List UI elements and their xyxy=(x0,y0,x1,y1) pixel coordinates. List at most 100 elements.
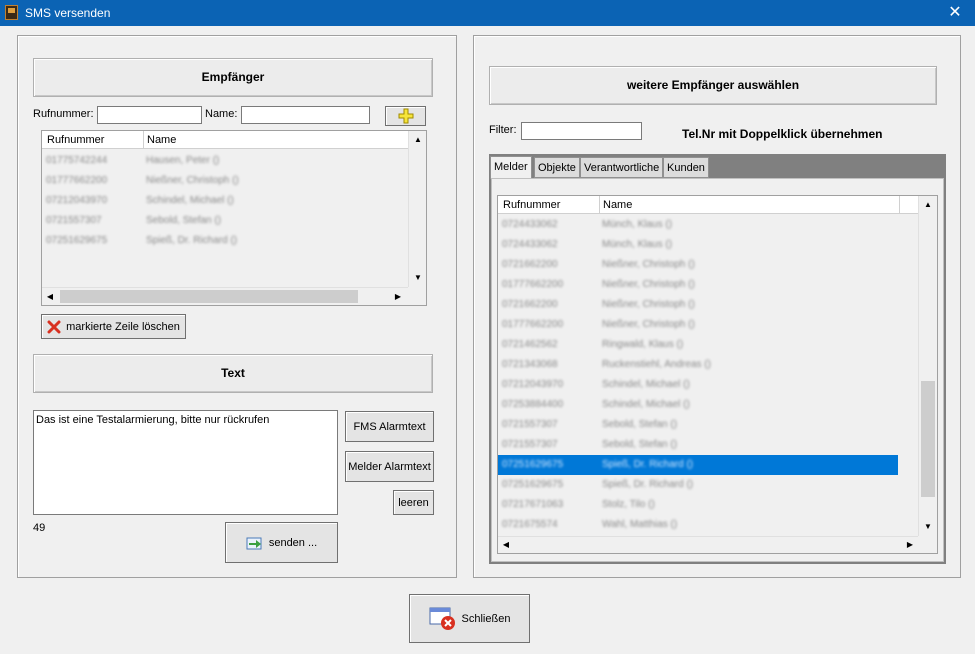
phone-cell: 07212043970 xyxy=(502,379,564,390)
send-label: senden ... xyxy=(268,536,318,549)
scroll-right-icon[interactable]: ▶ xyxy=(902,537,918,553)
phone-cell: 0721462562 xyxy=(502,339,558,350)
melder-alarmtext-button[interactable]: Melder Alarmtext xyxy=(345,451,434,482)
phone-input[interactable] xyxy=(97,106,202,124)
close-icon[interactable]: ✕ xyxy=(935,0,975,26)
name-cell: Spieß, Dr. Richard () xyxy=(602,479,694,490)
phone-label: Rufnummer: xyxy=(33,108,94,120)
name-cell: Schindel, Michael () xyxy=(602,399,690,410)
double-click-hint: Tel.Nr mit Doppelklick übernehmen xyxy=(682,127,883,141)
send-button[interactable]: senden ... xyxy=(225,522,338,563)
scroll-left-icon[interactable]: ◀ xyxy=(498,537,514,553)
horizontal-scrollbar[interactable]: ◀ ▶ xyxy=(42,287,408,305)
tab-melder[interactable]: Melder xyxy=(490,156,532,179)
table-row[interactable]: 0721557307 Sebold, Stefan () xyxy=(42,211,408,231)
app-icon xyxy=(5,5,18,20)
table-row[interactable]: 07251629675 Spieß, Dr. Richard () xyxy=(42,231,408,251)
table-row[interactable]: 07212043970 Schindel, Michael () xyxy=(42,191,408,211)
name-input[interactable] xyxy=(241,106,370,124)
scroll-thumb[interactable] xyxy=(60,290,358,303)
name-cell: Münch, Klaus () xyxy=(602,219,673,230)
table-row[interactable]: 01775742244 Hausen, Peter () xyxy=(42,151,408,171)
plus-icon xyxy=(398,108,413,124)
horizontal-scrollbar[interactable]: ◀ ▶ xyxy=(498,536,918,553)
table-row[interactable]: 07217671063 Stolz, Tilo () xyxy=(498,495,898,515)
vertical-scrollbar[interactable]: ▲ ▼ xyxy=(408,131,426,287)
table-row[interactable]: 07251629675 Spieß, Dr. Richard () xyxy=(498,475,898,495)
char-count: 49 xyxy=(33,522,46,534)
table-row[interactable]: 0721557307 Sebold, Stefan () xyxy=(498,435,898,455)
tab-objekte[interactable]: Objekte xyxy=(534,157,580,178)
fms-alarmtext-label: FMS Alarmtext xyxy=(353,420,426,433)
available-recipients-table: Rufnummer Name 0724433062 Münch, Klaus ()… xyxy=(497,195,938,554)
close-dialog-button[interactable]: Schließen xyxy=(409,594,530,643)
scroll-thumb[interactable] xyxy=(921,381,935,497)
phone-cell: 07251629675 xyxy=(502,479,564,490)
scroll-down-icon[interactable]: ▼ xyxy=(410,270,426,286)
phone-cell: 0724433062 xyxy=(502,219,558,230)
send-icon xyxy=(246,537,262,549)
name-cell: Ruckenstiehl, Andreas () xyxy=(602,359,711,370)
name-cell: Sebold, Stefan () xyxy=(602,439,678,450)
table-row-selected[interactable]: 07251629675 Spieß, Dr. Richard () xyxy=(498,455,898,475)
filter-input[interactable] xyxy=(521,122,642,140)
table-row[interactable]: 01777662200 Nießner, Christoph () xyxy=(498,315,898,335)
recipients-table-header: Rufnummer Name xyxy=(42,131,408,149)
column-header-phone[interactable]: Rufnummer xyxy=(500,196,600,214)
tab-kunden[interactable]: Kunden xyxy=(663,157,709,178)
recipients-header: Empfänger xyxy=(33,58,433,97)
title-bar: SMS versenden ✕ xyxy=(0,0,975,26)
red-x-icon xyxy=(47,320,61,333)
scroll-left-icon[interactable]: ◀ xyxy=(42,289,58,305)
close-dialog-label: Schließen xyxy=(461,612,511,625)
table-row[interactable]: 0721662200 Nießner, Christoph () xyxy=(498,295,898,315)
window-title: SMS versenden xyxy=(25,6,111,20)
table-row[interactable]: 07253884400 Schindel, Michael () xyxy=(498,395,898,415)
column-header-name[interactable]: Name xyxy=(600,196,900,214)
filter-label: Filter: xyxy=(489,124,517,136)
phone-cell: 0721675574 xyxy=(502,519,558,530)
table-row[interactable]: 07212043970 Schindel, Michael () xyxy=(498,375,898,395)
phone-cell: 01777662200 xyxy=(502,319,564,330)
phone-cell: 07251629675 xyxy=(502,459,564,470)
table-row[interactable]: 0724433062 Münch, Klaus () xyxy=(498,215,898,235)
name-cell: Ringwald, Klaus () xyxy=(602,339,684,350)
more-recipients-header-label: weitere Empfänger auswählen xyxy=(626,78,800,92)
scroll-up-icon[interactable]: ▲ xyxy=(920,197,936,213)
melder-alarmtext-label: Melder Alarmtext xyxy=(348,460,431,473)
name-cell: Schindel, Michael () xyxy=(602,379,690,390)
table-row[interactable]: 0721343068 Ruckenstiehl, Andreas () xyxy=(498,355,898,375)
name-cell: Nießner, Christoph () xyxy=(602,279,695,290)
message-textarea[interactable]: Das ist eine Testalarmierung, bitte nur … xyxy=(33,410,338,515)
scroll-up-icon[interactable]: ▲ xyxy=(410,132,426,148)
delete-row-button[interactable]: markierte Zeile löschen xyxy=(41,314,186,339)
close-window-icon xyxy=(429,607,455,630)
table-row[interactable]: 01777662200 Nießner, Christoph () xyxy=(498,275,898,295)
clear-label: leeren xyxy=(398,496,429,509)
phone-cell: 0724433062 xyxy=(502,239,558,250)
add-recipient-button[interactable] xyxy=(385,106,426,126)
clear-button[interactable]: leeren xyxy=(393,490,434,515)
table-row[interactable]: 01777662200 Nießner, Christoph () xyxy=(42,171,408,191)
scroll-right-icon[interactable]: ▶ xyxy=(390,289,406,305)
column-header-phone[interactable]: Rufnummer xyxy=(44,131,144,149)
table-row[interactable]: 0721662200 Nießner, Christoph () xyxy=(498,255,898,275)
name-cell: Spieß, Dr. Richard () xyxy=(602,459,694,470)
name-cell: Wahl, Matthias () xyxy=(602,519,678,530)
table-row[interactable]: 0724433062 Münch, Klaus () xyxy=(498,235,898,255)
vertical-scrollbar[interactable]: ▲ ▼ xyxy=(918,196,937,536)
table-row[interactable]: 0721557307 Sebold, Stefan () xyxy=(498,415,898,435)
name-cell: Nießner, Christoph () xyxy=(602,299,695,310)
column-header-name[interactable]: Name xyxy=(144,131,408,149)
name-label: Name: xyxy=(205,108,238,120)
name-cell: Nießner, Christoph () xyxy=(602,319,695,330)
phone-cell: 0721662200 xyxy=(502,259,558,270)
fms-alarmtext-button[interactable]: FMS Alarmtext xyxy=(345,411,434,442)
tab-verantwortliche[interactable]: Verantwortliche xyxy=(580,157,664,178)
name-cell: Sebold, Stefan () xyxy=(602,419,678,430)
table-row[interactable]: 0721675574 Wahl, Matthias () xyxy=(498,515,898,535)
table-row[interactable]: 0721462562 Ringwald, Klaus () xyxy=(498,335,898,355)
scroll-down-icon[interactable]: ▼ xyxy=(920,519,936,535)
recipients-table: Rufnummer Name 01775742244 Hausen, Peter… xyxy=(41,130,427,306)
phone-cell: 01777662200 xyxy=(502,279,564,290)
